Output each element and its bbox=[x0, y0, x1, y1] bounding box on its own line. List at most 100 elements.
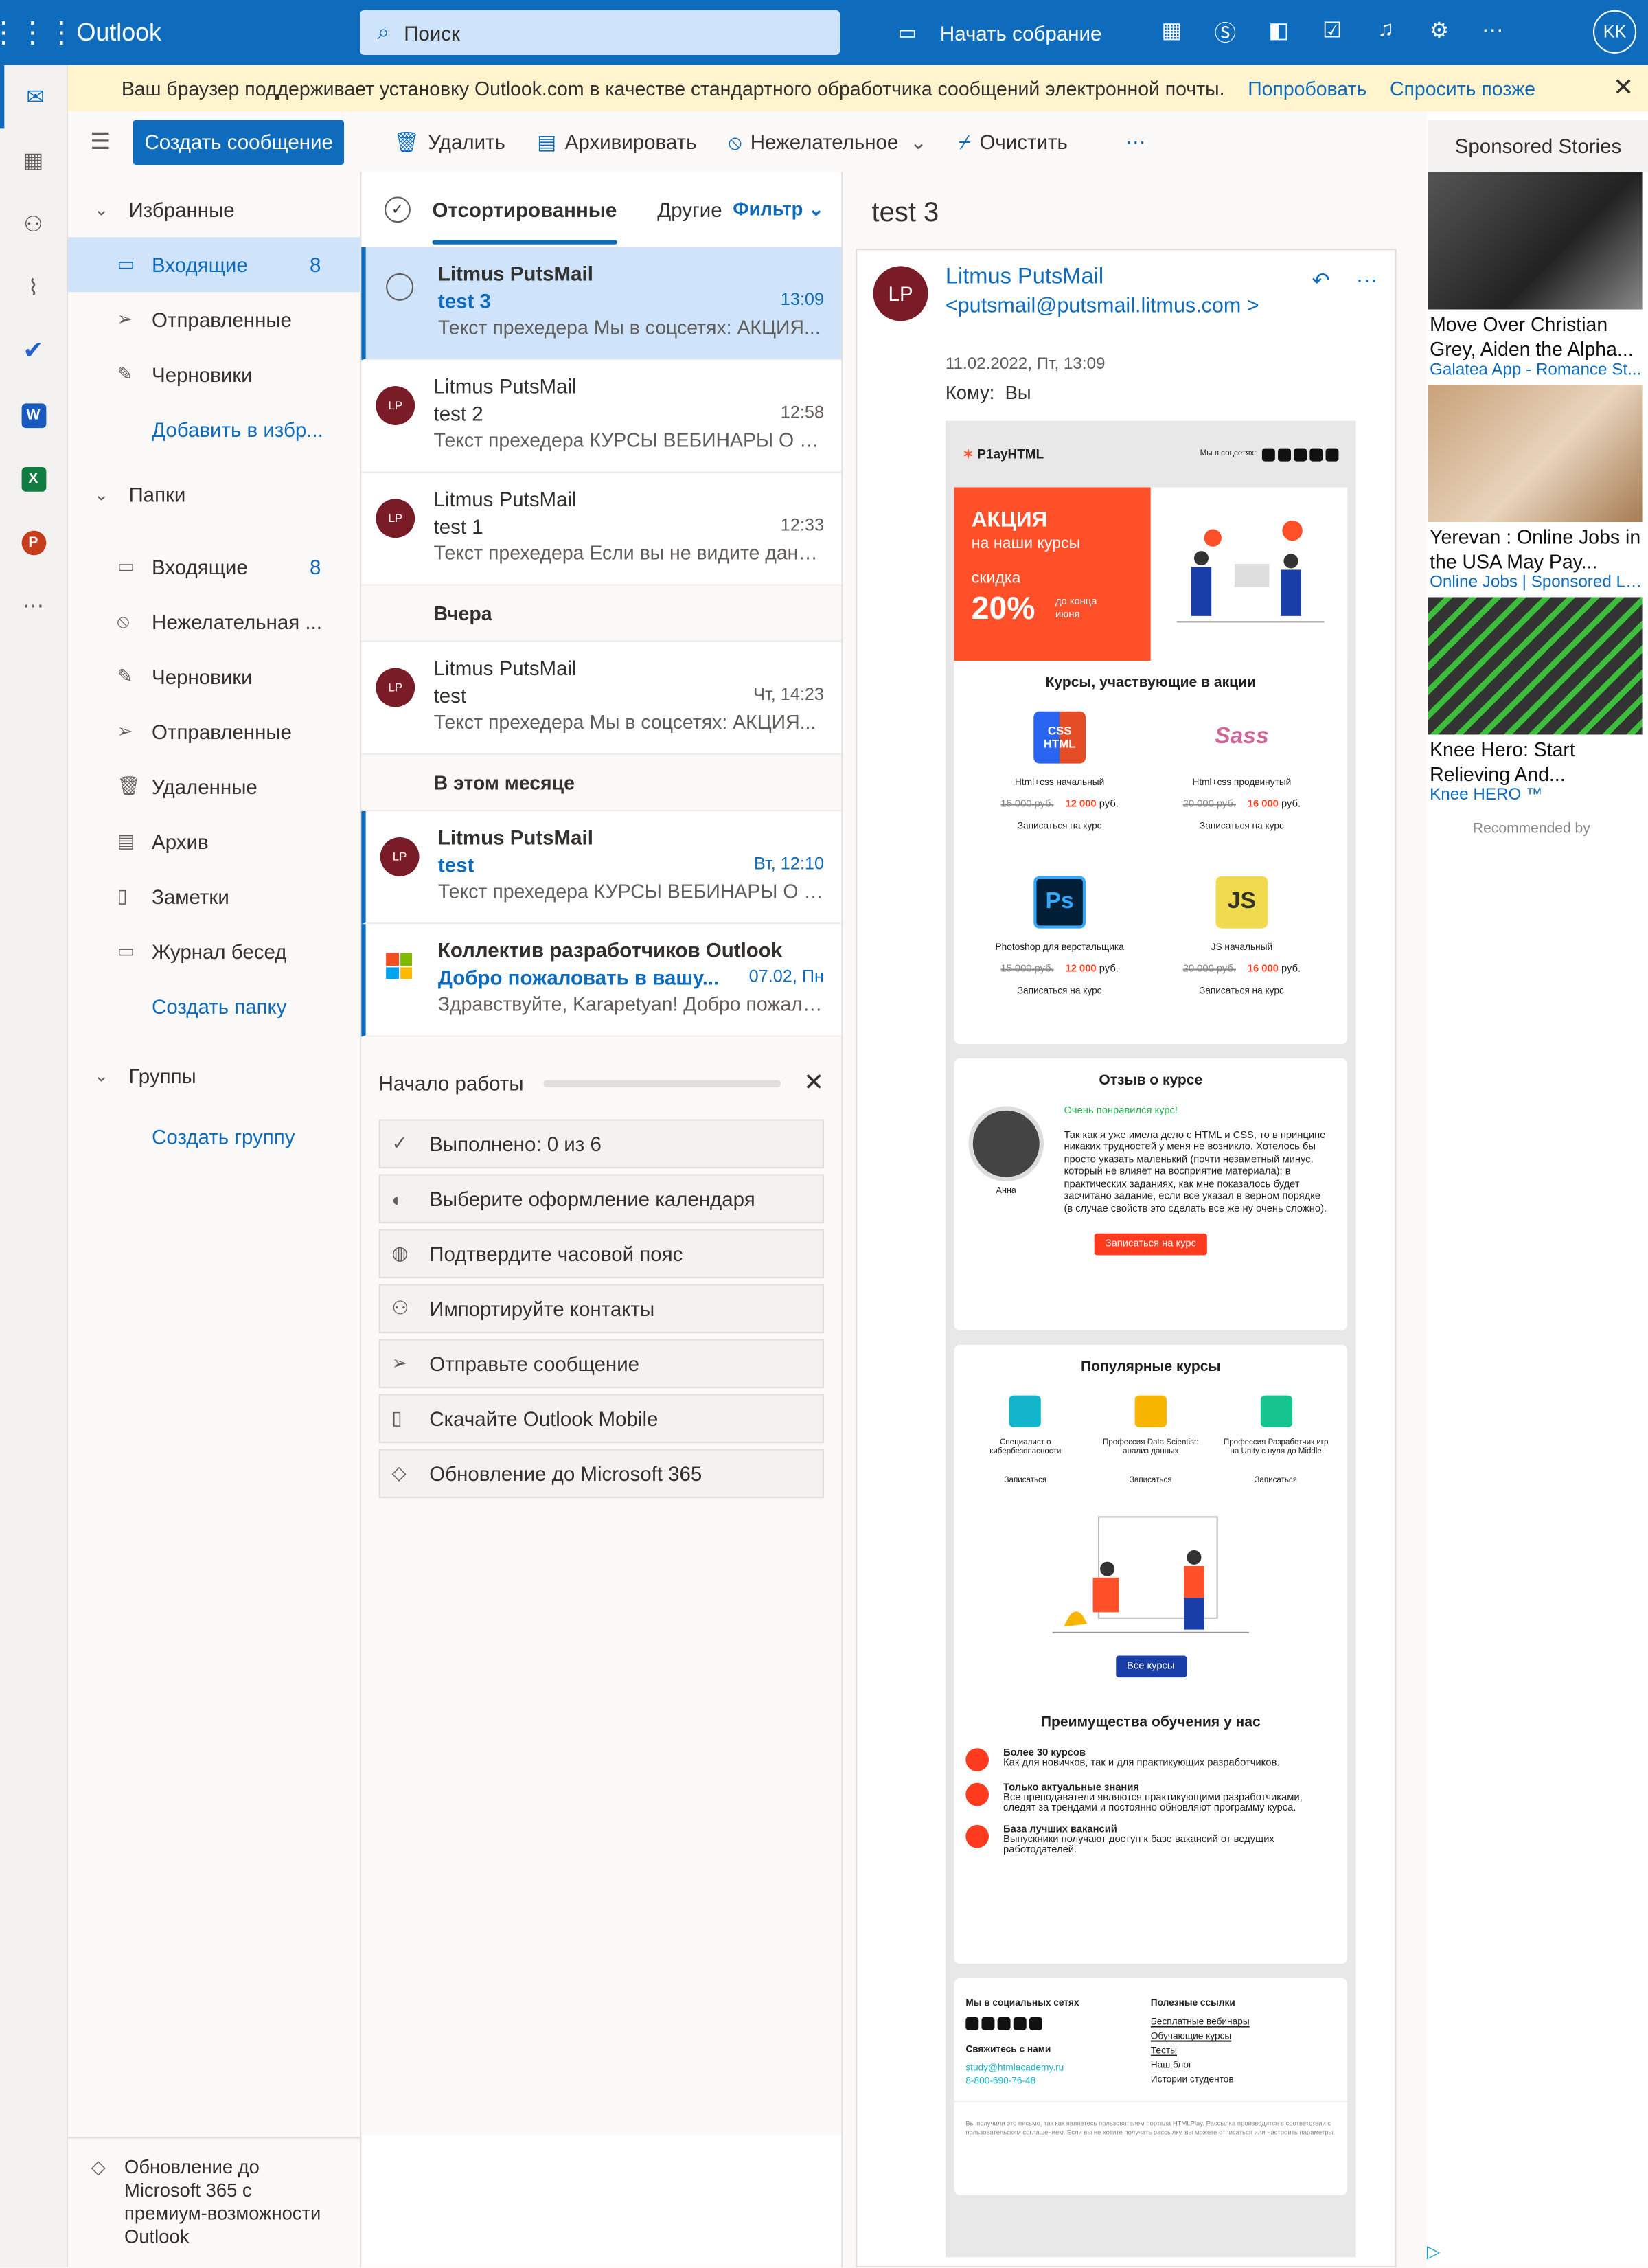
footer-link[interactable]: Бесплатные вебинары bbox=[1151, 2017, 1336, 2028]
todo-icon[interactable]: ☑ bbox=[1305, 17, 1359, 47]
skype-icon[interactable]: Ⓢ bbox=[1198, 17, 1252, 47]
avatar[interactable]: KK bbox=[1592, 10, 1637, 54]
adchoices-icon[interactable]: ▷ bbox=[1427, 2241, 1440, 2261]
task-timezone[interactable]: ◍ Подтвердите часовой пояс bbox=[378, 1229, 824, 1279]
folder-inbox[interactable]: ▭ Входящие 8 bbox=[68, 539, 360, 594]
meet-now-button[interactable]: ▭ Начать собрание bbox=[897, 20, 1101, 45]
course-enroll-link[interactable]: Записаться на курс bbox=[1151, 821, 1333, 832]
qr-icon[interactable]: ▦ bbox=[1145, 17, 1199, 47]
message-preview: Здравствуйте, Karapetyan! Добро пожалова… bbox=[437, 993, 824, 1015]
menu-icon[interactable]: ☰ bbox=[68, 127, 133, 156]
gear-icon[interactable]: ⚙ bbox=[1412, 17, 1466, 47]
sender-link[interactable]: Litmus PutsMail <putsmail@putsmail.litmus… bbox=[946, 263, 1292, 321]
task-progress[interactable]: ✓ Выполнено: 0 из 6 bbox=[378, 1119, 824, 1169]
word-icon[interactable]: W bbox=[0, 383, 67, 447]
tab-other[interactable]: Другие bbox=[657, 172, 722, 247]
promo-percent: 20% bbox=[971, 589, 1035, 626]
people-icon[interactable]: ⚇ bbox=[0, 192, 67, 256]
all-courses-button[interactable]: Все курсы bbox=[1115, 1655, 1187, 1678]
favorites-header[interactable]: ⌄ Избранные bbox=[68, 182, 360, 237]
course-enroll-link[interactable]: Записаться на курс bbox=[969, 821, 1151, 832]
junk-button[interactable]: ⦸ Нежелательное ⌄ bbox=[729, 129, 927, 154]
list-item[interactable]: LP Litmus PutsMail test Вт, 12:10 Текст п… bbox=[361, 811, 842, 925]
upgrade-link[interactable]: ◇ Обновление до Microsoft 365 с премиум-в… bbox=[67, 2137, 360, 2267]
fav-item-drafts[interactable]: ✎ Черновики bbox=[68, 347, 360, 402]
footer-email-link[interactable]: study@htmlacademy.ru bbox=[965, 2063, 1150, 2074]
folder-archive[interactable]: ▤ Архив bbox=[68, 814, 360, 869]
recommended-by[interactable]: Recommended by bbox=[1427, 821, 1648, 837]
list-item[interactable]: LP Litmus PutsMail test 1 12:33 Текст пре… bbox=[361, 473, 842, 586]
list-item[interactable]: LP Litmus PutsMail test Чт, 14:23 Текст п… bbox=[361, 642, 842, 755]
social-icons[interactable] bbox=[1261, 447, 1339, 461]
fav-item-inbox[interactable]: ▭ Входящие 8 bbox=[67, 237, 360, 293]
archive-button[interactable]: ▤ Архивировать bbox=[537, 129, 696, 154]
task-calendar-theme[interactable]: ◐ Выберите оформление календаря bbox=[378, 1174, 824, 1224]
fav-item-sent[interactable]: ➢ Отправленные bbox=[68, 292, 360, 347]
app-title[interactable]: Outlook bbox=[77, 18, 360, 47]
list-item[interactable]: LP Litmus PutsMail test 2 12:58 Текст пре… bbox=[361, 360, 842, 473]
close-icon[interactable]: ✕ bbox=[803, 1069, 824, 1098]
filter-button[interactable]: Фильтр ⌄ bbox=[733, 198, 824, 221]
footer-phone[interactable]: 8-800-690-76-48 bbox=[965, 2076, 1150, 2087]
email-logo[interactable]: ✶ P1ayHTML bbox=[963, 446, 1044, 462]
more-commands-icon[interactable]: ⋯ bbox=[1125, 129, 1145, 154]
popular-enroll-link[interactable]: Записаться bbox=[1093, 1476, 1209, 1485]
task-upgrade[interactable]: ◇ Обновление до Microsoft 365 bbox=[378, 1449, 824, 1499]
close-icon[interactable]: ✕ bbox=[1613, 73, 1634, 102]
footer-link[interactable]: Обучающие курсы bbox=[1151, 2032, 1336, 2042]
search-input[interactable]: ⌕ Поиск bbox=[360, 10, 840, 55]
advantage-title: Более 30 курсов bbox=[1003, 1748, 1086, 1758]
ad-item[interactable]: Knee Hero: Start Relieving And... Knee H… bbox=[1428, 597, 1643, 804]
course-enroll-link[interactable]: Записаться на курс bbox=[1151, 986, 1333, 997]
delete-button[interactable]: 🗑 Удалить bbox=[393, 129, 505, 154]
chevron-down-icon: ⌄ bbox=[93, 484, 109, 505]
review-enroll-button[interactable]: Записаться на курс bbox=[1093, 1233, 1208, 1256]
office-icon[interactable]: ◧ bbox=[1252, 17, 1305, 47]
app-launcher-icon[interactable]: ⋮⋮⋮ bbox=[0, 0, 76, 65]
popular-enroll-link[interactable]: Записаться bbox=[1218, 1476, 1334, 1485]
attachment-icon[interactable]: ⌇ bbox=[0, 256, 67, 320]
mail-icon[interactable]: ✉ bbox=[0, 65, 67, 129]
ad-item[interactable]: Move Over Christian Grey, Aiden the Alph… bbox=[1428, 172, 1643, 379]
task-send-message[interactable]: ➢ Отправьте сообщение bbox=[378, 1339, 824, 1389]
tab-focused[interactable]: Отсортированные bbox=[432, 172, 617, 247]
bell-icon[interactable]: ♫ bbox=[1359, 17, 1412, 47]
promo-banner[interactable]: АКЦИЯ на наши курсы скидка 20% до конца и… bbox=[954, 487, 1151, 661]
folder-junk[interactable]: ⦸ Нежелательная ... bbox=[68, 594, 360, 649]
excel-icon[interactable]: X bbox=[0, 447, 67, 511]
reply-icon[interactable]: ↶ bbox=[1312, 267, 1329, 294]
task-import-contacts[interactable]: ⚇ Импортируйте контакты bbox=[378, 1284, 824, 1334]
footer-link[interactable]: Тесты bbox=[1151, 2046, 1336, 2056]
list-item[interactable]: Коллектив разработчиков Outlook Добро по… bbox=[361, 924, 842, 1037]
folders-header[interactable]: ⌄ Папки bbox=[68, 467, 360, 522]
more-apps-icon[interactable]: ⋯ bbox=[0, 574, 67, 638]
more-icon[interactable]: ⋯ bbox=[1356, 267, 1378, 294]
footer-link[interactable]: Истории студентов bbox=[1151, 2075, 1336, 2085]
folder-notes[interactable]: ▯ Заметки bbox=[68, 869, 360, 924]
folder-deleted[interactable]: 🗑 Удаленные bbox=[68, 759, 360, 814]
select-radio[interactable] bbox=[386, 273, 414, 301]
sweep-button[interactable]: ⌿ Очистить bbox=[959, 129, 1068, 154]
more-icon[interactable]: ⋯ bbox=[1466, 17, 1520, 47]
folder-conversation-history[interactable]: ▭ Журнал бесед bbox=[68, 924, 360, 979]
select-all-checkbox[interactable]: ✓ bbox=[384, 196, 411, 223]
banner-later-link[interactable]: Спросить позже bbox=[1390, 78, 1535, 100]
todo-check-icon[interactable]: ✔ bbox=[0, 319, 67, 383]
list-item[interactable]: Litmus PutsMail test 3 13:09 Текст прехед… bbox=[361, 247, 842, 361]
calendar-icon[interactable]: ▦ bbox=[0, 128, 67, 192]
groups-header[interactable]: ⌄ Группы bbox=[68, 1048, 360, 1103]
folder-sent[interactable]: ➢ Отправленные bbox=[68, 704, 360, 759]
banner-try-link[interactable]: Попробовать bbox=[1248, 78, 1366, 100]
add-favorite-link[interactable]: Добавить в избр... bbox=[68, 402, 360, 457]
footer-link[interactable]: Наш блог bbox=[1151, 2061, 1336, 2071]
powerpoint-icon[interactable]: P bbox=[0, 510, 67, 574]
create-folder-link[interactable]: Создать папку bbox=[68, 979, 360, 1034]
create-group-link[interactable]: Создать группу bbox=[68, 1109, 360, 1164]
ad-item[interactable]: Yerevan : Online Jobs in the USA May Pay… bbox=[1428, 384, 1643, 591]
popular-enroll-link[interactable]: Записаться bbox=[968, 1476, 1083, 1485]
folder-drafts[interactable]: ✎ Черновики bbox=[68, 649, 360, 704]
new-message-button[interactable]: Создать сообщение bbox=[133, 119, 345, 164]
social-icons[interactable] bbox=[965, 2017, 1150, 2030]
task-mobile[interactable]: ▯ Скачайте Outlook Mobile bbox=[378, 1394, 824, 1444]
course-enroll-link[interactable]: Записаться на курс bbox=[969, 986, 1151, 997]
